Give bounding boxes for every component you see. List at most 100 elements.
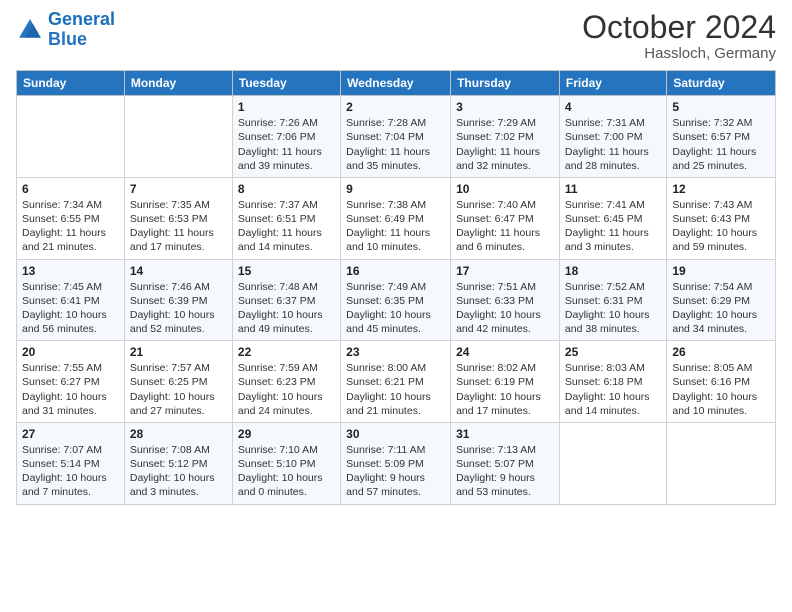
weekday-header: Thursday [451, 71, 560, 96]
day-number: 12 [672, 182, 770, 196]
day-number: 23 [346, 345, 445, 359]
calendar-cell: 31 Sunrise: 7:13 AM Sunset: 5:07 PM Dayli… [451, 422, 560, 504]
calendar-cell: 15Sunrise: 7:48 AM Sunset: 6:37 PM Dayli… [232, 259, 340, 341]
day-info: Sunrise: 7:37 AM Sunset: 6:51 PM Dayligh… [238, 198, 335, 255]
calendar-cell: 9 Sunrise: 7:38 AM Sunset: 6:49 PM Daylig… [341, 177, 451, 259]
day-number: 17 [456, 264, 554, 278]
day-number: 1 [238, 100, 335, 114]
day-info: Sunrise: 7:32 AM Sunset: 6:57 PM Dayligh… [672, 116, 770, 173]
day-info: Sunrise: 7:49 AM Sunset: 6:35 PM Dayligh… [346, 280, 445, 337]
day-info: Sunrise: 7:08 AM Sunset: 5:12 PM Dayligh… [130, 443, 227, 500]
day-info: Sunrise: 7:38 AM Sunset: 6:49 PM Dayligh… [346, 198, 445, 255]
day-number: 31 [456, 427, 554, 441]
day-number: 10 [456, 182, 554, 196]
calendar-cell: 10 Sunrise: 7:40 AM Sunset: 6:47 PM Dayli… [451, 177, 560, 259]
calendar-cell: 29Sunrise: 7:10 AM Sunset: 5:10 PM Dayli… [232, 422, 340, 504]
day-number: 14 [130, 264, 227, 278]
weekday-header: Monday [124, 71, 232, 96]
day-info: Sunrise: 7:35 AM Sunset: 6:53 PM Dayligh… [130, 198, 227, 255]
weekday-header: Friday [559, 71, 666, 96]
month-title: October 2024 [582, 10, 776, 45]
day-info: Sunrise: 8:03 AM Sunset: 6:18 PM Dayligh… [565, 361, 661, 418]
day-info: Sunrise: 7:34 AM Sunset: 6:55 PM Dayligh… [22, 198, 119, 255]
day-number: 11 [565, 182, 661, 196]
day-number: 28 [130, 427, 227, 441]
day-info: Sunrise: 7:07 AM Sunset: 5:14 PM Dayligh… [22, 443, 119, 500]
day-info: Sunrise: 7:31 AM Sunset: 7:00 PM Dayligh… [565, 116, 661, 173]
day-number: 30 [346, 427, 445, 441]
calendar-cell: 17 Sunrise: 7:51 AM Sunset: 6:33 PM Dayli… [451, 259, 560, 341]
calendar-cell: 1 Sunrise: 7:26 AM Sunset: 7:06 PM Daylig… [232, 96, 340, 178]
day-info: Sunrise: 7:11 AM Sunset: 5:09 PM Dayligh… [346, 443, 445, 500]
day-number: 7 [130, 182, 227, 196]
day-info: Sunrise: 7:59 AM Sunset: 6:23 PM Dayligh… [238, 361, 335, 418]
weekday-header: Saturday [667, 71, 776, 96]
calendar-cell: 24Sunrise: 8:02 AM Sunset: 6:19 PM Dayli… [451, 341, 560, 423]
calendar-cell: 11 Sunrise: 7:41 AM Sunset: 6:45 PM Dayli… [559, 177, 666, 259]
calendar-cell: 25Sunrise: 8:03 AM Sunset: 6:18 PM Dayli… [559, 341, 666, 423]
day-number: 5 [672, 100, 770, 114]
calendar-cell [124, 96, 232, 178]
title-block: October 2024 Hassloch, Germany [582, 10, 776, 62]
calendar-cell: 19 Sunrise: 7:54 AM Sunset: 6:29 PM Dayli… [667, 259, 776, 341]
calendar-cell [17, 96, 125, 178]
day-info: Sunrise: 7:10 AM Sunset: 5:10 PM Dayligh… [238, 443, 335, 500]
calendar-cell: 22 Sunrise: 7:59 AM Sunset: 6:23 PM Dayli… [232, 341, 340, 423]
calendar-cell: 23 Sunrise: 8:00 AM Sunset: 6:21 PM Dayli… [341, 341, 451, 423]
day-number: 27 [22, 427, 119, 441]
day-number: 4 [565, 100, 661, 114]
calendar-row: 1 Sunrise: 7:26 AM Sunset: 7:06 PM Daylig… [17, 96, 776, 178]
calendar-cell [667, 422, 776, 504]
day-info: Sunrise: 7:43 AM Sunset: 6:43 PM Dayligh… [672, 198, 770, 255]
day-info: Sunrise: 7:29 AM Sunset: 7:02 PM Dayligh… [456, 116, 554, 173]
calendar-cell: 12 Sunrise: 7:43 AM Sunset: 6:43 PM Dayli… [667, 177, 776, 259]
calendar-row: 6 Sunrise: 7:34 AM Sunset: 6:55 PM Daylig… [17, 177, 776, 259]
day-number: 19 [672, 264, 770, 278]
weekday-header: Tuesday [232, 71, 340, 96]
day-number: 3 [456, 100, 554, 114]
day-info: Sunrise: 8:05 AM Sunset: 6:16 PM Dayligh… [672, 361, 770, 418]
calendar-cell: 6 Sunrise: 7:34 AM Sunset: 6:55 PM Daylig… [17, 177, 125, 259]
calendar-row: 27 Sunrise: 7:07 AM Sunset: 5:14 PM Dayli… [17, 422, 776, 504]
day-number: 18 [565, 264, 661, 278]
day-info: Sunrise: 7:52 AM Sunset: 6:31 PM Dayligh… [565, 280, 661, 337]
logo-icon [16, 16, 44, 44]
calendar-cell: 21 Sunrise: 7:57 AM Sunset: 6:25 PM Dayli… [124, 341, 232, 423]
calendar-cell: 13Sunrise: 7:45 AM Sunset: 6:41 PM Dayli… [17, 259, 125, 341]
calendar-cell: 7 Sunrise: 7:35 AM Sunset: 6:53 PM Daylig… [124, 177, 232, 259]
calendar-cell: 8Sunrise: 7:37 AM Sunset: 6:51 PM Daylig… [232, 177, 340, 259]
calendar-cell: 28 Sunrise: 7:08 AM Sunset: 5:12 PM Dayli… [124, 422, 232, 504]
day-number: 2 [346, 100, 445, 114]
day-info: Sunrise: 8:00 AM Sunset: 6:21 PM Dayligh… [346, 361, 445, 418]
calendar-table: SundayMondayTuesdayWednesdayThursdayFrid… [16, 70, 776, 504]
logo-text: General Blue [48, 10, 115, 50]
logo: General Blue [16, 10, 115, 50]
day-info: Sunrise: 7:48 AM Sunset: 6:37 PM Dayligh… [238, 280, 335, 337]
day-info: Sunrise: 7:54 AM Sunset: 6:29 PM Dayligh… [672, 280, 770, 337]
day-number: 21 [130, 345, 227, 359]
calendar-cell: 2Sunrise: 7:28 AM Sunset: 7:04 PM Daylig… [341, 96, 451, 178]
calendar-cell: 20Sunrise: 7:55 AM Sunset: 6:27 PM Dayli… [17, 341, 125, 423]
day-info: Sunrise: 7:13 AM Sunset: 5:07 PM Dayligh… [456, 443, 554, 500]
calendar-cell: 14 Sunrise: 7:46 AM Sunset: 6:39 PM Dayli… [124, 259, 232, 341]
day-info: Sunrise: 7:46 AM Sunset: 6:39 PM Dayligh… [130, 280, 227, 337]
calendar-cell: 30 Sunrise: 7:11 AM Sunset: 5:09 PM Dayli… [341, 422, 451, 504]
header-row: SundayMondayTuesdayWednesdayThursdayFrid… [17, 71, 776, 96]
day-info: Sunrise: 7:51 AM Sunset: 6:33 PM Dayligh… [456, 280, 554, 337]
calendar-row: 20Sunrise: 7:55 AM Sunset: 6:27 PM Dayli… [17, 341, 776, 423]
calendar-cell: 18 Sunrise: 7:52 AM Sunset: 6:31 PM Dayli… [559, 259, 666, 341]
calendar-cell: 3 Sunrise: 7:29 AM Sunset: 7:02 PM Daylig… [451, 96, 560, 178]
calendar-cell: 5 Sunrise: 7:32 AM Sunset: 6:57 PM Daylig… [667, 96, 776, 178]
day-info: Sunrise: 7:45 AM Sunset: 6:41 PM Dayligh… [22, 280, 119, 337]
day-number: 6 [22, 182, 119, 196]
day-number: 9 [346, 182, 445, 196]
calendar-cell: 27 Sunrise: 7:07 AM Sunset: 5:14 PM Dayli… [17, 422, 125, 504]
day-info: Sunrise: 7:41 AM Sunset: 6:45 PM Dayligh… [565, 198, 661, 255]
day-info: Sunrise: 7:26 AM Sunset: 7:06 PM Dayligh… [238, 116, 335, 173]
weekday-header: Wednesday [341, 71, 451, 96]
day-info: Sunrise: 8:02 AM Sunset: 6:19 PM Dayligh… [456, 361, 554, 418]
day-info: Sunrise: 7:57 AM Sunset: 6:25 PM Dayligh… [130, 361, 227, 418]
day-number: 22 [238, 345, 335, 359]
day-info: Sunrise: 7:40 AM Sunset: 6:47 PM Dayligh… [456, 198, 554, 255]
weekday-header: Sunday [17, 71, 125, 96]
